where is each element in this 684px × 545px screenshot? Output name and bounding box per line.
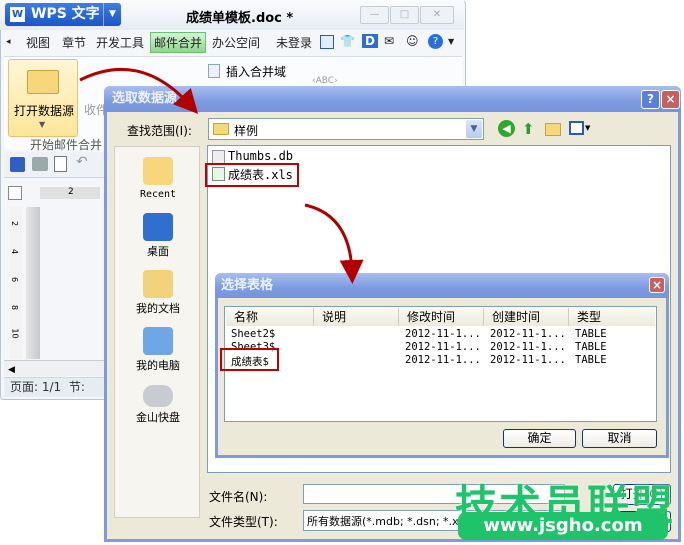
- annotation-arrows: [79, 67, 364, 284]
- arrow-annotation: [304, 203, 364, 284]
- watermark-url: www.jsgho.com: [458, 512, 668, 540]
- arrow-annotation: [79, 67, 199, 114]
